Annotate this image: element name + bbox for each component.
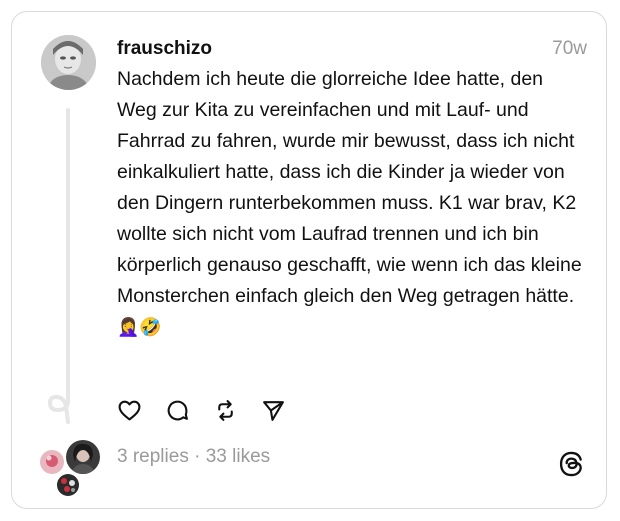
- thread-line: [66, 108, 70, 398]
- post-emojis: 🤦‍♀️🤣: [117, 317, 162, 337]
- send-icon: [262, 400, 284, 421]
- threads-logo-icon[interactable]: [557, 450, 585, 478]
- reply-avatar-1: [38, 448, 66, 476]
- likes-count[interactable]: 33 likes: [206, 446, 270, 467]
- reply-avatar-3: [55, 472, 81, 498]
- comment-button[interactable]: [164, 397, 190, 423]
- author-avatar[interactable]: [41, 35, 96, 90]
- post-actions: [116, 397, 286, 423]
- comment-icon: [167, 400, 188, 420]
- thread-loop-icon: [47, 390, 70, 424]
- share-button[interactable]: [260, 397, 286, 423]
- replies-count[interactable]: 3 replies: [117, 446, 189, 467]
- stats-separator: ·: [194, 446, 201, 467]
- post-text: Nachdem ich heute die glorreiche Idee ha…: [117, 64, 582, 343]
- post-stats: 3 replies · 33 likes: [117, 446, 270, 468]
- like-button[interactable]: [116, 397, 142, 423]
- post-timestamp[interactable]: 70w: [552, 38, 587, 60]
- heart-icon: [118, 400, 140, 420]
- reply-avatar-2: [64, 438, 102, 476]
- author-username[interactable]: frauschizo: [117, 38, 212, 60]
- repost-button[interactable]: [212, 397, 238, 423]
- repost-icon: [217, 399, 233, 421]
- post-body: Nachdem ich heute die glorreiche Idee ha…: [117, 68, 582, 307]
- reply-avatars[interactable]: [38, 438, 102, 498]
